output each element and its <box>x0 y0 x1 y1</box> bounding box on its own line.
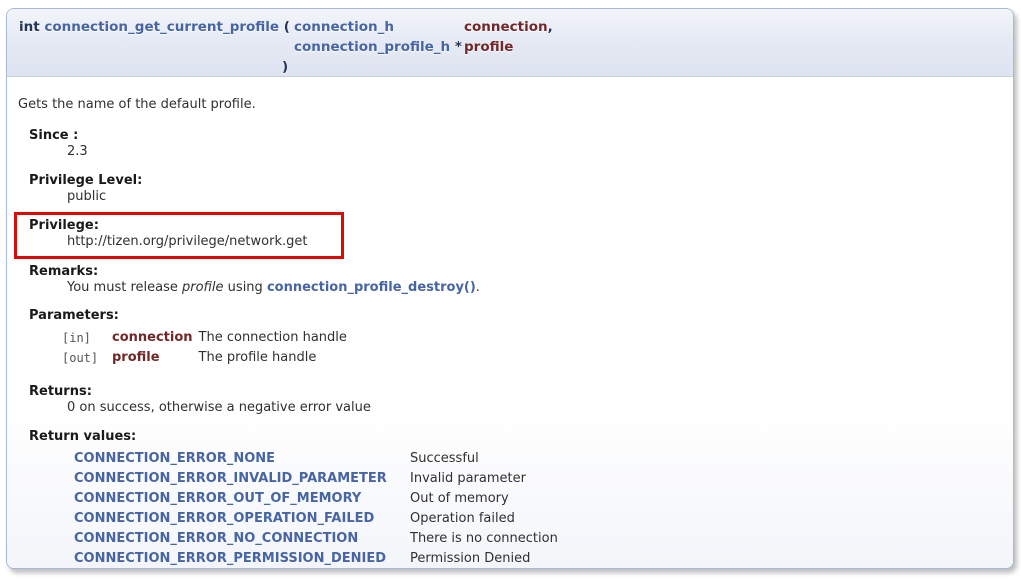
section-since: Since : 2.3 <box>29 128 1001 160</box>
returns-value: 0 on success, otherwise a negative error… <box>67 400 1001 416</box>
param-separator: , <box>548 19 553 35</box>
error-code-cell: CONNECTION_ERROR_INVALID_PARAMETER <box>74 469 410 489</box>
error-code-link[interactable]: CONNECTION_ERROR_NO_CONNECTION <box>74 531 358 546</box>
error-code-cell: CONNECTION_ERROR_OPERATION_FAILED <box>74 509 410 529</box>
remarks-emphasis: profile <box>182 280 224 295</box>
parameter-row: [out] profile The profile handle <box>62 348 353 368</box>
error-description: Out of memory <box>410 489 558 509</box>
param-direction: [out] <box>62 348 112 368</box>
since-value: 2.3 <box>67 144 1001 160</box>
error-code-cell: CONNECTION_ERROR_PERMISSION_DENIED <box>74 549 410 569</box>
remarks-text-before: You must release <box>67 280 182 295</box>
signature-row: int connection_get_current_profile ( con… <box>19 17 553 37</box>
privilege-label: Privilege: <box>29 218 341 234</box>
section-return-values: Return values: <box>29 429 1001 445</box>
param-type-link[interactable]: connection_h <box>294 19 394 35</box>
destroy-function-link[interactable]: connection_profile_destroy() <box>267 280 476 295</box>
signature-row: connection_profile_h * profile <box>19 37 553 57</box>
return-value-row: CONNECTION_ERROR_OPERATION_FAILED Operat… <box>74 509 558 529</box>
param-description: The profile handle <box>199 348 353 368</box>
section-privilege: Privilege: http://tizen.org/privilege/ne… <box>29 218 341 250</box>
function-description: Gets the name of the default profile. <box>18 97 1001 113</box>
param-name: profile <box>112 348 199 368</box>
privilege-level-value: public <box>67 189 1001 205</box>
function-signature-header: int connection_get_current_profile ( con… <box>7 9 1013 77</box>
param-type-cell: connection_h <box>294 17 464 37</box>
error-code-link[interactable]: CONNECTION_ERROR_PERMISSION_DENIED <box>74 551 386 566</box>
function-name-link[interactable]: connection_get_current_profile <box>44 19 279 35</box>
privilege-highlight-box: Privilege: http://tizen.org/privilege/ne… <box>14 212 344 259</box>
parameter-row: [in] connection The connection handle <box>62 328 353 348</box>
close-paren: ) <box>282 59 288 75</box>
error-code-link[interactable]: CONNECTION_ERROR_INVALID_PARAMETER <box>74 471 387 486</box>
return-value-row: CONNECTION_ERROR_PERMISSION_DENIED Permi… <box>74 549 558 569</box>
signature-empty-cell <box>19 57 294 77</box>
since-label: Since : <box>29 128 1001 144</box>
error-code-cell: CONNECTION_ERROR_OUT_OF_MEMORY <box>74 489 410 509</box>
remarks-label: Remarks: <box>29 264 1001 280</box>
signature-empty-cell <box>19 37 294 57</box>
section-remarks: Remarks: You must release profile using … <box>29 264 1001 296</box>
error-description: Invalid parameter <box>410 469 558 489</box>
signature-empty-cell <box>464 57 553 77</box>
section-parameters: Parameters: <box>29 308 1001 324</box>
signature-table: int connection_get_current_profile ( con… <box>19 17 553 77</box>
signature-name-cell: int connection_get_current_profile ( <box>19 17 294 37</box>
param-name-cell: connection, <box>464 17 553 37</box>
open-paren: ( <box>284 19 290 35</box>
function-doc-card: int connection_get_current_profile ( con… <box>6 8 1014 569</box>
section-privilege-level: Privilege Level: public <box>29 173 1001 205</box>
error-code-link[interactable]: CONNECTION_ERROR_NONE <box>74 451 275 466</box>
param-type-cell: connection_profile_h * <box>294 37 464 57</box>
param-name-cell: profile <box>464 37 553 57</box>
section-returns: Returns: 0 on success, otherwise a negat… <box>29 384 1001 416</box>
return-value-row: CONNECTION_ERROR_NONE Successful <box>74 449 558 469</box>
remarks-text: You must release profile using connectio… <box>67 280 1001 296</box>
parameters-table: [in] connection The connection handle [o… <box>62 328 353 368</box>
return-value-row: CONNECTION_ERROR_NO_CONNECTION There is … <box>74 529 558 549</box>
error-description: There is no connection <box>410 529 558 549</box>
parameters-label: Parameters: <box>29 308 1001 324</box>
error-description: Permission Denied <box>410 549 558 569</box>
param-name: connection <box>112 328 199 348</box>
return-values-label: Return values: <box>29 429 1001 445</box>
privilege-value: http://tizen.org/privilege/network.get <box>67 234 341 250</box>
return-type: int <box>19 19 40 35</box>
return-value-row: CONNECTION_ERROR_OUT_OF_MEMORY Out of me… <box>74 489 558 509</box>
error-code-link[interactable]: CONNECTION_ERROR_OPERATION_FAILED <box>74 511 374 526</box>
error-code-cell: CONNECTION_ERROR_NONE <box>74 449 410 469</box>
param-pointer: * <box>455 39 462 55</box>
privilege-level-label: Privilege Level: <box>29 173 1001 189</box>
param-description: The connection handle <box>199 328 353 348</box>
error-description: Successful <box>410 449 558 469</box>
signature-row: ) <box>19 57 553 77</box>
return-value-row: CONNECTION_ERROR_INVALID_PARAMETER Inval… <box>74 469 558 489</box>
param-type-link[interactable]: connection_profile_h <box>294 39 450 55</box>
remarks-text-middle: using <box>224 280 267 295</box>
param-name: profile <box>464 39 513 55</box>
function-doc-body: Gets the name of the default profile. Si… <box>7 77 1013 569</box>
param-direction: [in] <box>62 328 112 348</box>
error-code-link[interactable]: CONNECTION_ERROR_OUT_OF_MEMORY <box>74 491 361 506</box>
remarks-text-after: . <box>476 280 480 295</box>
error-code-cell: CONNECTION_ERROR_NO_CONNECTION <box>74 529 410 549</box>
returns-label: Returns: <box>29 384 1001 400</box>
close-paren-cell: ) <box>294 57 464 77</box>
return-values-table: CONNECTION_ERROR_NONE Successful CONNECT… <box>74 449 558 569</box>
param-name: connection <box>464 19 548 35</box>
error-description: Operation failed <box>410 509 558 529</box>
